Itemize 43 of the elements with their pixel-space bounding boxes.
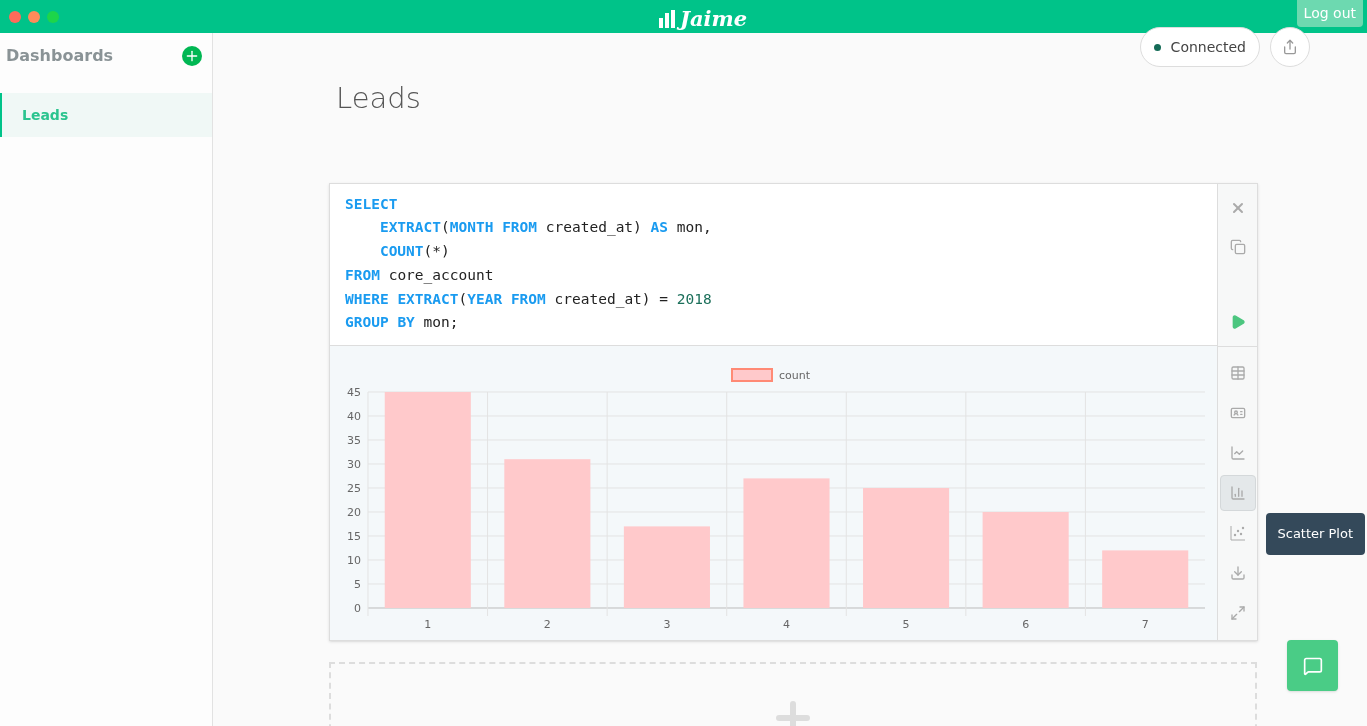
chat-button[interactable] bbox=[1287, 640, 1338, 691]
plus-icon bbox=[184, 48, 200, 64]
chart-legend: count bbox=[731, 367, 811, 382]
y-tick-label: 40 bbox=[347, 409, 361, 423]
share-icon bbox=[1282, 39, 1298, 55]
add-dashboard-button[interactable] bbox=[182, 46, 202, 66]
chat-icon bbox=[1302, 655, 1323, 676]
status-text: Connected bbox=[1170, 37, 1246, 57]
view-button[interactable] bbox=[1219, 474, 1256, 511]
x-tick-label: 3 bbox=[663, 617, 671, 631]
table-icon bbox=[1229, 364, 1246, 381]
bar-chart-icon bbox=[1229, 484, 1246, 501]
y-tick-label: 35 bbox=[347, 433, 361, 447]
scatter-icon bbox=[1229, 524, 1246, 541]
line-chart-icon bbox=[1229, 444, 1246, 461]
y-tick-label: 20 bbox=[347, 505, 361, 519]
y-tick-label: 25 bbox=[347, 481, 361, 495]
x-tick-label: 2 bbox=[543, 617, 551, 631]
dashboard-title: Leads bbox=[336, 80, 422, 117]
y-tick-label: 0 bbox=[354, 601, 361, 615]
expand-icon bbox=[1229, 604, 1246, 621]
y-tick-label: 10 bbox=[347, 553, 361, 567]
y-tick-label: 45 bbox=[347, 385, 361, 399]
copy-icon bbox=[1229, 238, 1246, 255]
download-icon bbox=[1229, 564, 1246, 581]
tooltip: Scatter Plot bbox=[1265, 512, 1366, 555]
bar-chart-logo-icon bbox=[658, 9, 676, 28]
x-tick-label: 5 bbox=[902, 617, 910, 631]
x-tick-label: 1 bbox=[424, 617, 432, 631]
y-tick-label: 15 bbox=[347, 529, 361, 543]
legend-label: count bbox=[779, 368, 811, 382]
x-tick-label: 7 bbox=[1141, 617, 1149, 631]
logout-button[interactable]: Log out bbox=[1296, 0, 1363, 27]
x-tick-label: 4 bbox=[783, 617, 790, 631]
minimize-window-button[interactable] bbox=[28, 10, 40, 23]
sidebar-title: Dashboards bbox=[6, 45, 114, 67]
x-tick-label: 6 bbox=[1022, 617, 1030, 631]
share-button[interactable] bbox=[1270, 27, 1310, 67]
sidebar-item[interactable]: Leads bbox=[0, 93, 212, 137]
close-window-button[interactable] bbox=[9, 10, 21, 23]
y-tick-label: 30 bbox=[347, 457, 361, 471]
maximize-window-button[interactable] bbox=[47, 10, 59, 23]
y-tick-label: 5 bbox=[354, 577, 361, 591]
